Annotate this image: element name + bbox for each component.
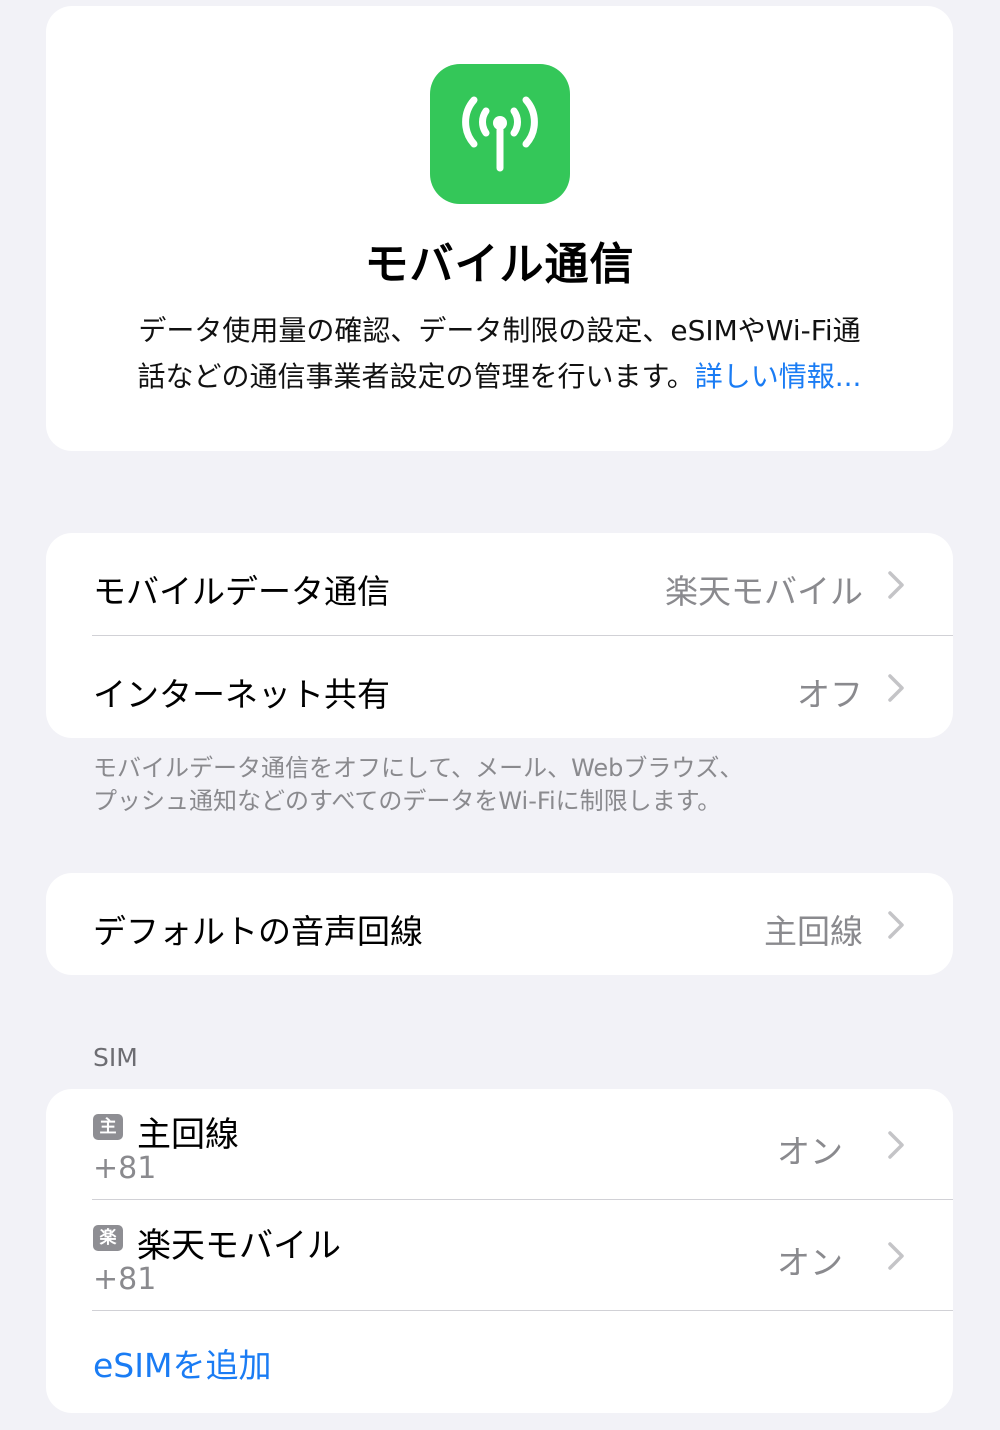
sim-name: 楽天モバイル: [137, 1226, 341, 1266]
default-voice-line-value: 主回線: [764, 912, 863, 951]
sim-badge: 主: [93, 1114, 123, 1140]
sim-number: +81: [93, 1151, 157, 1186]
sim-name: 主回線: [137, 1115, 239, 1155]
sim-status: オン: [777, 1243, 843, 1282]
description-line-2: 話などの通信事業者設定の管理を行います。: [137, 360, 695, 393]
personal-hotspot-label: インターネット共有: [93, 675, 390, 714]
header-description: データ使用量の確認、データ制限の設定、eSIMやWi-Fi通 話などの通信事業者…: [86, 308, 913, 400]
chevron-right-icon: [888, 674, 904, 702]
header-card: モバイル通信 データ使用量の確認、データ制限の設定、eSIMやWi-Fi通 話な…: [46, 6, 953, 451]
mobile-data-row[interactable]: モバイルデータ通信 楽天モバイル: [46, 533, 953, 635]
sim-status: オン: [777, 1132, 843, 1171]
mobile-data-value: 楽天モバイル: [665, 572, 863, 611]
sim-number: +81: [93, 1262, 157, 1297]
chevron-right-icon: [888, 911, 904, 939]
cellular-settings-group: モバイルデータ通信 楽天モバイル インターネット共有 オフ: [46, 533, 953, 738]
add-esim-button[interactable]: eSIMを追加: [93, 1339, 271, 1387]
add-esim-row[interactable]: eSIMを追加: [46, 1311, 953, 1413]
sim-row-rakuten[interactable]: 楽 楽天モバイル +81 オン: [46, 1200, 953, 1310]
personal-hotspot-row[interactable]: インターネット共有 オフ: [46, 636, 953, 738]
cellular-footnote: モバイルデータ通信をオフにして、メール、Webブラウズ、 プッシュ通知などのすべ…: [93, 752, 913, 818]
footnote-line-2: プッシュ通知などのすべてのデータをWi-Fiに制限します。: [93, 787, 722, 815]
description-line-1: データ使用量の確認、データ制限の設定、eSIMやWi-Fi通: [138, 314, 861, 347]
personal-hotspot-value: オフ: [797, 675, 863, 714]
sim-section-header: SIM: [93, 1043, 138, 1072]
sim-group: 主 主回線 +81 オン 楽 楽天モバイル +81 オン eSIMを追加: [46, 1089, 953, 1413]
learn-more-link[interactable]: 詳しい情報...: [695, 360, 862, 393]
page-title: モバイル通信: [364, 239, 635, 290]
sim-row-primary[interactable]: 主 主回線 +81 オン: [46, 1089, 953, 1199]
footnote-line-1: モバイルデータ通信をオフにして、メール、Webブラウズ、: [93, 754, 744, 782]
default-voice-line-row[interactable]: デフォルトの音声回線 主回線: [46, 873, 953, 975]
sim-badge: 楽: [93, 1225, 123, 1251]
default-voice-line-label: デフォルトの音声回線: [93, 912, 423, 951]
antenna-signal-icon: [430, 64, 570, 204]
voice-line-group: デフォルトの音声回線 主回線: [46, 873, 953, 975]
chevron-right-icon: [888, 571, 904, 599]
chevron-right-icon: [888, 1131, 904, 1159]
mobile-data-label: モバイルデータ通信: [93, 572, 390, 611]
chevron-right-icon: [888, 1242, 904, 1270]
